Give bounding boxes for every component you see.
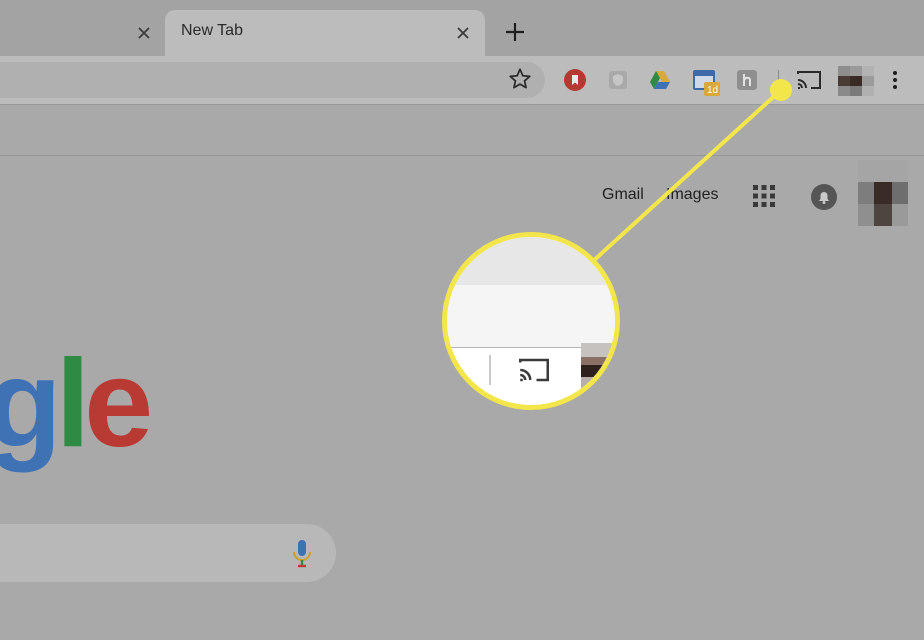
magnified-extension-edge	[449, 357, 455, 383]
magnified-tab-strip	[447, 237, 615, 285]
cast-icon[interactable]	[515, 355, 553, 385]
magnified-callout	[442, 232, 620, 410]
callout-dot	[770, 79, 792, 101]
magnified-toolbar	[447, 285, 615, 393]
magnified-separator	[489, 355, 491, 385]
profile-avatar	[581, 343, 615, 393]
